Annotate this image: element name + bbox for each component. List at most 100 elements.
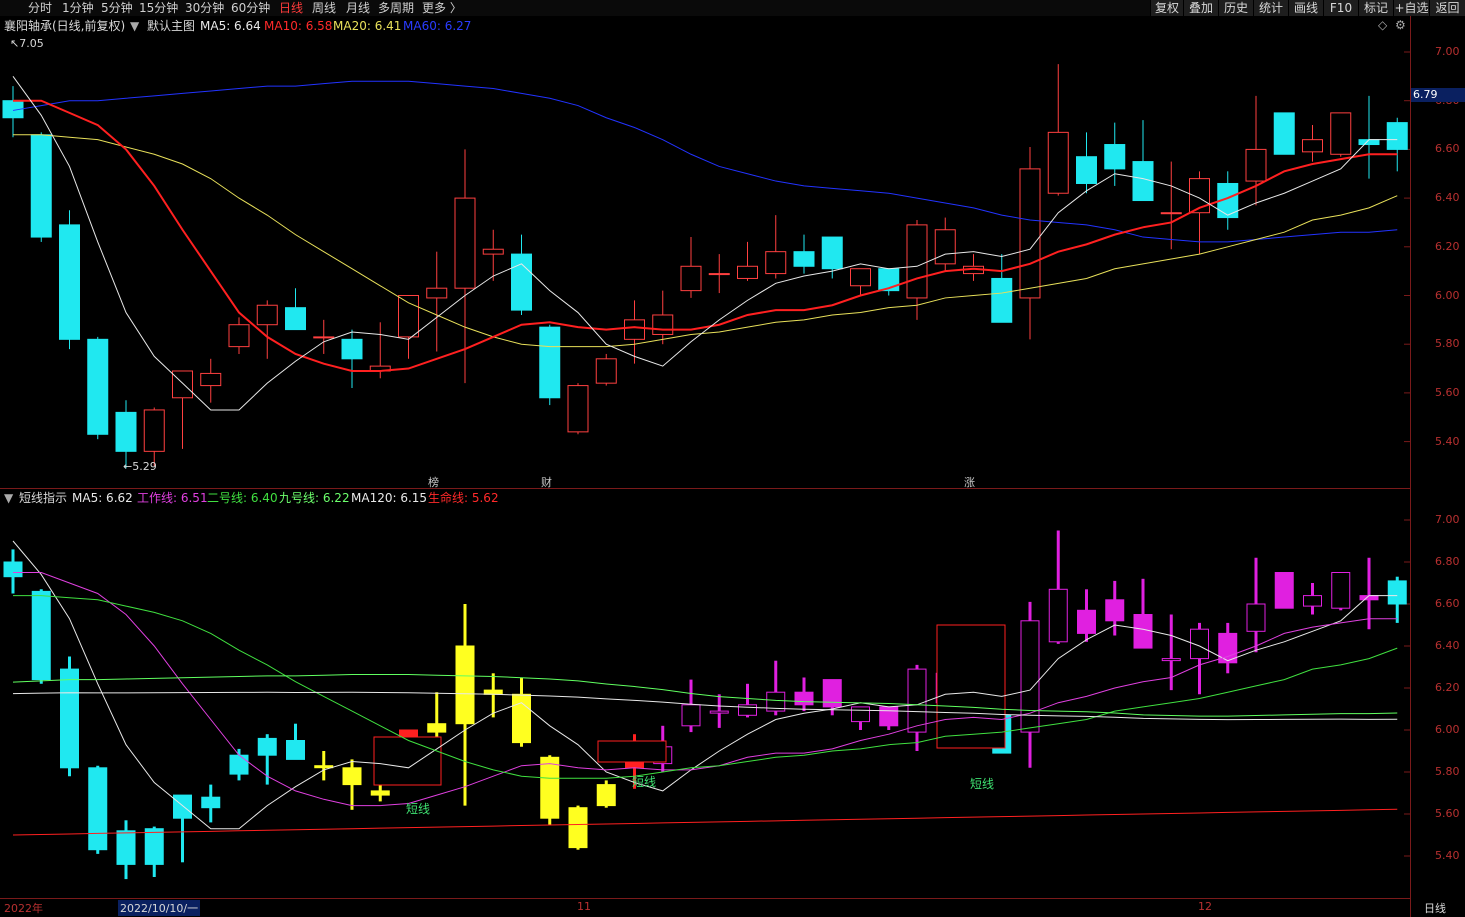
kline-chart[interactable] xyxy=(0,0,1410,898)
indicator-bar xyxy=(286,740,305,760)
indicator-bar xyxy=(1048,588,1068,643)
indicator-bar xyxy=(1387,580,1407,605)
indicator-bar xyxy=(201,796,221,809)
y-tick-label: 6.40 xyxy=(1435,191,1460,205)
candle-body xyxy=(285,307,306,331)
indicator-bar xyxy=(370,790,390,796)
y-tick-label: 5.60 xyxy=(1435,807,1460,820)
candle-body xyxy=(652,314,674,335)
y-tick-label: 6.60 xyxy=(1435,597,1460,610)
candle-body xyxy=(482,248,504,255)
indicator-bar xyxy=(144,828,164,865)
signal-label: 短线 xyxy=(632,775,657,789)
candle-body xyxy=(1104,144,1126,170)
rank-marker[interactable]: 榜 xyxy=(428,474,439,490)
indicator-bar xyxy=(1303,595,1322,607)
ma5-line xyxy=(12,76,1398,411)
y-tick-label: 5.80 xyxy=(1435,337,1460,351)
candle-body xyxy=(59,224,80,340)
indicator-bar xyxy=(60,668,79,769)
limit-up-marker[interactable]: 涨 xyxy=(964,474,975,490)
y-tick-label: 5.80 xyxy=(1435,765,1460,778)
candle-body xyxy=(737,265,758,279)
indicator-bar xyxy=(851,706,870,723)
indicator-bar xyxy=(173,794,192,819)
y-tick-label: 5.40 xyxy=(1435,849,1460,862)
toolbar-button[interactable]: 返回 xyxy=(1429,0,1465,16)
life-line xyxy=(12,808,1398,836)
indicator-bar xyxy=(568,807,588,849)
candle-body xyxy=(680,265,702,292)
y-tick-label: 6.20 xyxy=(1435,681,1460,694)
candle-body xyxy=(200,372,222,387)
candle-body xyxy=(115,411,137,452)
y-tick-label: 6.00 xyxy=(1435,288,1460,302)
sub-ma5-line xyxy=(12,540,1398,830)
indicator-bar xyxy=(3,561,23,578)
signal-box xyxy=(597,740,667,763)
indicator-bar xyxy=(1077,609,1096,634)
y-tick-label: 6.60 xyxy=(1435,142,1460,156)
price-axis-line xyxy=(1410,16,1411,917)
indicator-bar xyxy=(1246,603,1266,632)
candle-body xyxy=(454,197,476,289)
finance-marker[interactable]: 财 xyxy=(541,474,552,490)
y-tick-label: 7.00 xyxy=(1435,45,1460,58)
candle-body xyxy=(256,304,278,326)
indicator-bar xyxy=(709,710,729,714)
current-price-tag: 6.79 xyxy=(1411,88,1465,102)
candle-body xyxy=(398,295,419,338)
indicator-bar xyxy=(257,737,277,756)
high-annotation: ↖7.05 xyxy=(10,37,44,50)
x-label-month: 11 xyxy=(577,900,591,913)
candle-body xyxy=(991,277,1013,323)
candle-body xyxy=(539,326,561,399)
low-value: 5.29 xyxy=(132,460,157,473)
y-tick-label: 6.20 xyxy=(1435,239,1460,253)
indicator-bar xyxy=(1274,572,1294,609)
y-tick-label: 5.40 xyxy=(1435,434,1460,448)
candle-body xyxy=(567,385,589,433)
candle-body xyxy=(172,370,193,399)
indicator-bar xyxy=(738,704,757,716)
x-label-month: 12 xyxy=(1198,900,1212,913)
candle-body xyxy=(426,287,448,299)
indicator-bar xyxy=(794,691,814,706)
work-line xyxy=(13,572,1398,807)
x-label-cursor-date: 2022/10/10/一 xyxy=(118,900,201,916)
signal-box xyxy=(936,624,1006,749)
candle-body xyxy=(821,236,843,270)
line-two xyxy=(13,595,1398,779)
period-indicator[interactable]: 日线 xyxy=(1424,900,1446,916)
candle-body xyxy=(313,336,335,339)
indicator-bar xyxy=(88,767,108,851)
candle-body xyxy=(143,409,165,452)
indicator-bar xyxy=(427,723,447,733)
indicator-bar xyxy=(540,756,560,819)
time-axis-line xyxy=(0,898,1410,899)
x-label-year: 2022年 xyxy=(4,902,43,915)
high-value: 7.05 xyxy=(19,37,44,50)
y-tick-label: 6.00 xyxy=(1435,723,1460,736)
candle-body xyxy=(1160,212,1182,215)
indicator-bar xyxy=(1331,572,1351,609)
signal-box xyxy=(373,736,442,786)
signal-label: 短线 xyxy=(406,802,431,816)
candle-body xyxy=(1302,139,1323,153)
indicator-bar xyxy=(455,645,475,725)
indicator-bar xyxy=(1105,599,1125,622)
signal-label: 短线 xyxy=(970,777,995,791)
indicator-bar xyxy=(314,765,334,769)
candle-body xyxy=(708,273,730,276)
indicator-bar xyxy=(1161,658,1181,662)
candle-body xyxy=(1273,112,1295,155)
candle-body xyxy=(1019,168,1041,299)
indicator-bar xyxy=(907,668,927,733)
indicator-bar xyxy=(681,704,701,727)
indicator-bar xyxy=(512,693,531,744)
candle-body xyxy=(1047,131,1069,194)
candle-body xyxy=(1132,161,1154,202)
indicator-bar xyxy=(1133,614,1153,649)
candle-body xyxy=(228,324,250,348)
low-annotation: ←5.29 xyxy=(123,460,157,473)
